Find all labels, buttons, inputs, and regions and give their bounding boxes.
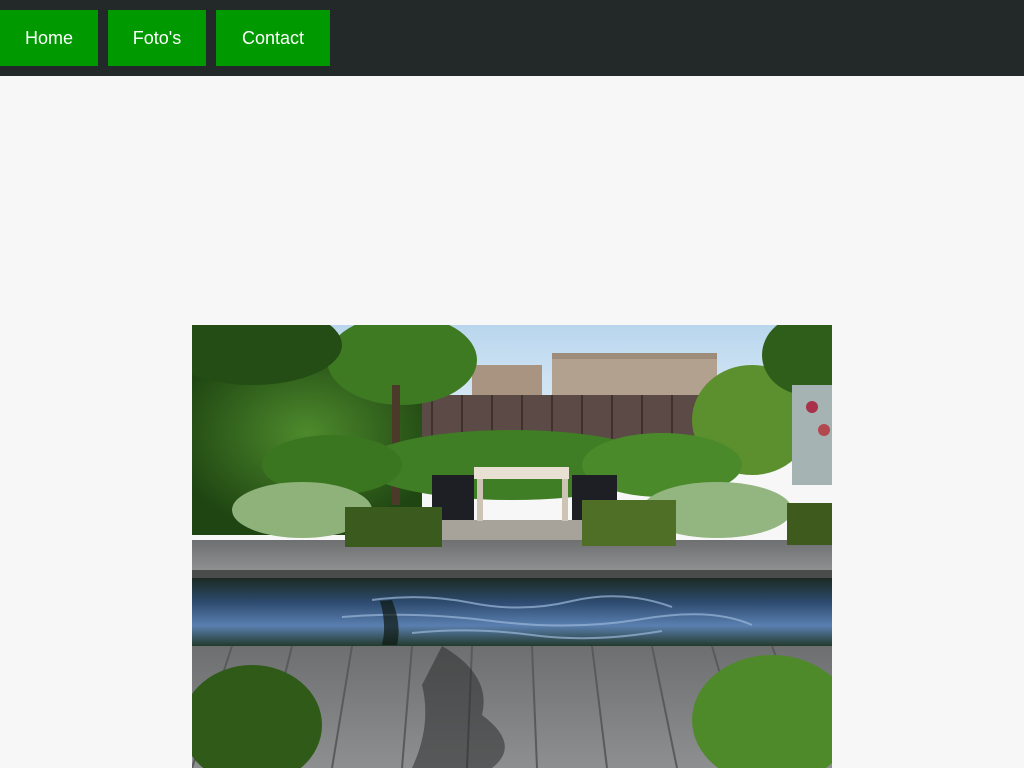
nav-contact-button[interactable]: Contact <box>216 10 330 66</box>
garden-photo-illustration <box>192 325 832 768</box>
nav-home-button[interactable]: Home <box>0 10 98 66</box>
top-navigation-bar: Home Foto's Contact <box>0 0 1024 76</box>
garden-photo <box>192 325 832 768</box>
nav-fotos-button[interactable]: Foto's <box>108 10 206 66</box>
